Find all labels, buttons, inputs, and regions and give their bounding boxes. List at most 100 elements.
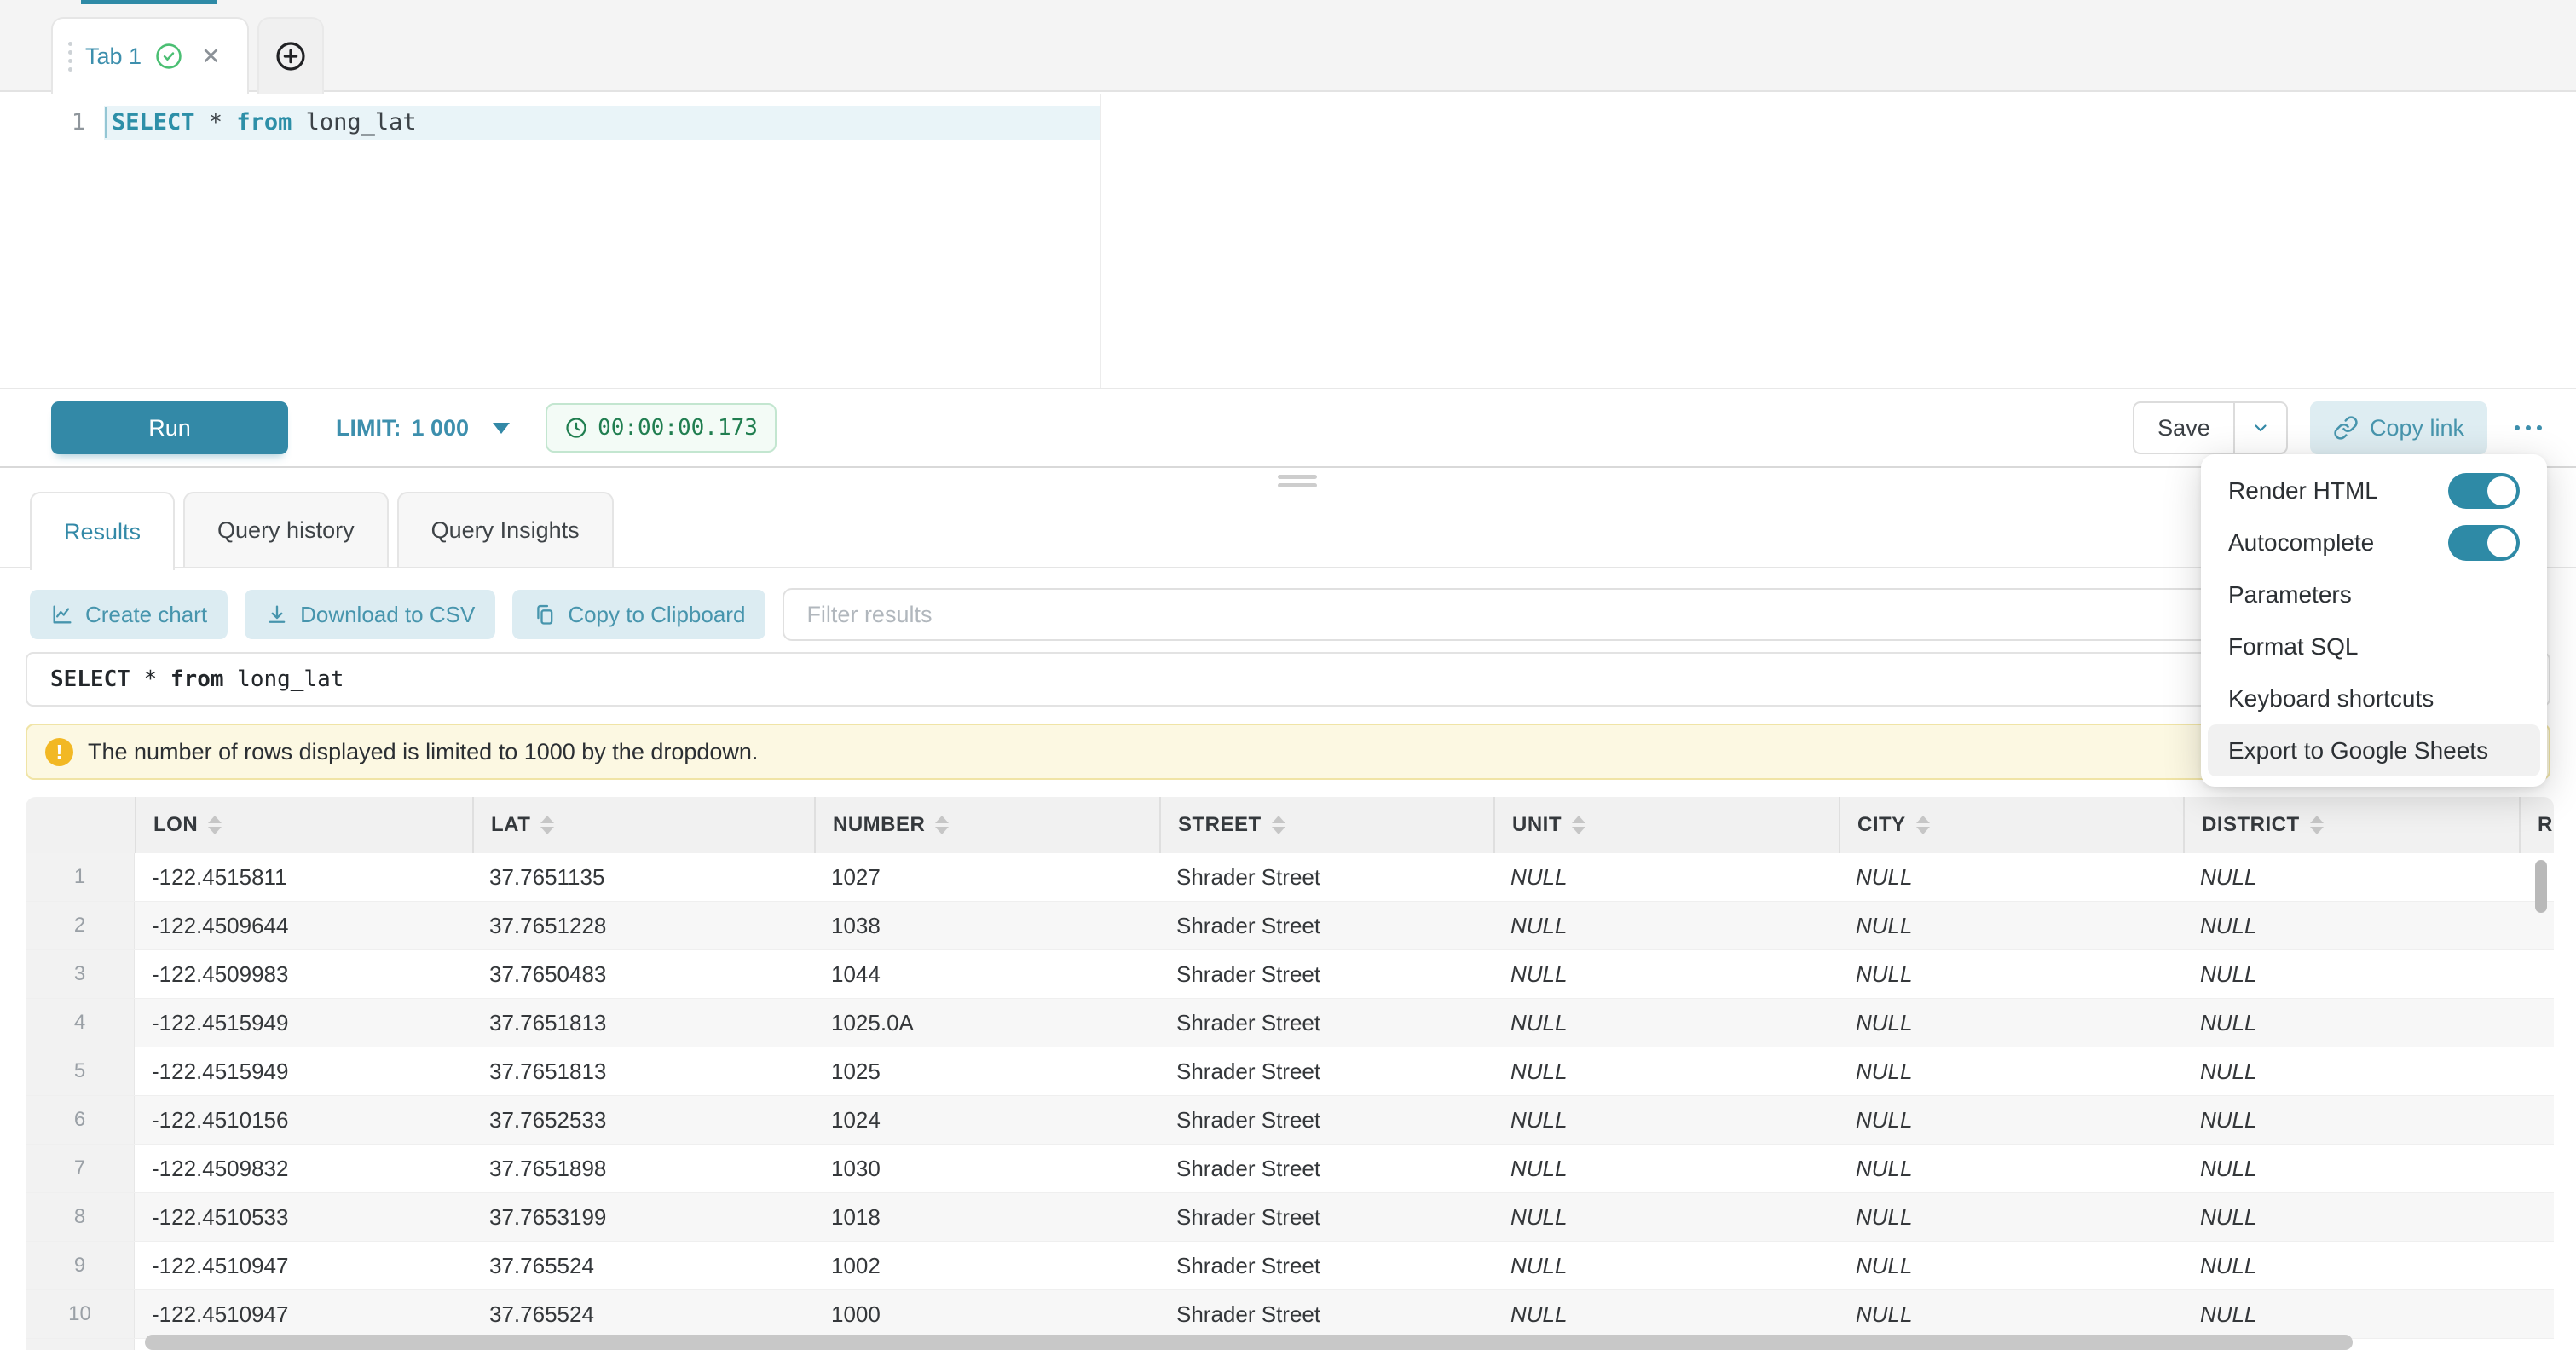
table-cell: NULL [1839,1193,2183,1241]
menu-item-render-html[interactable]: Render HTML [2208,464,2540,516]
resize-handle[interactable] [1278,475,1317,488]
menu-item-label: Format SQL [2228,633,2358,661]
table-body: 1-122.451581137.76511351027Shrader Stree… [26,853,2554,1350]
column-header-street[interactable]: STREET [1159,797,1493,853]
column-header-re[interactable]: RE [2519,797,2554,853]
column-header-label: LAT [491,813,530,837]
banner-text: The number of rows displayed is limited … [88,739,758,765]
table-cell: 37.7651228 [472,902,814,949]
add-tab-button[interactable] [257,17,324,94]
editor-action-bar: Run LIMIT: 1 000 00:00:00.173 Save [0,388,2576,466]
menu-item-format-sql[interactable]: Format SQL [2208,620,2540,672]
create-chart-label: Create chart [85,602,207,628]
toggle-autocomplete[interactable] [2448,525,2520,561]
table-cell: Shrader Street [1159,1242,1493,1289]
table-cell [2519,1145,2554,1192]
table-cell: NULL [2183,1096,2519,1144]
copy-link-button[interactable]: Copy link [2310,401,2487,454]
save-button[interactable]: Save [2134,403,2233,453]
row-number: 8 [26,1193,135,1241]
copy-clipboard-button[interactable]: Copy to Clipboard [512,590,765,639]
table-cell: NULL [1839,1047,2183,1095]
table-cell: NULL [2183,1290,2519,1338]
column-header-city[interactable]: CITY [1839,797,2183,853]
table-row[interactable]: 9-122.451094737.7655241002Shrader Street… [26,1242,2554,1290]
table-cell: NULL [1839,1145,2183,1192]
sql-keyword: SELECT [50,666,130,692]
table-cell: 37.7651898 [472,1145,814,1192]
sort-carets-icon [2310,816,2324,834]
menu-item-label: Export to Google Sheets [2228,737,2488,764]
table-cell: Shrader Street [1159,1096,1493,1144]
column-header-lon[interactable]: LON [135,797,472,853]
table-cell: 37.765524 [472,1242,814,1289]
editor-caret [105,107,107,138]
panel-divider [0,466,2576,468]
table-cell: NULL [2183,950,2519,998]
table-cell: 1018 [814,1193,1159,1241]
table-row[interactable]: 10-122.451094737.7655241000Shrader Stree… [26,1290,2554,1339]
menu-item-autocomplete[interactable]: Autocomplete [2208,516,2540,568]
tab-query-insights[interactable]: Query Insights [397,492,614,567]
tab-query-history[interactable]: Query history [183,492,389,567]
table-row[interactable]: 1-122.451581137.76511351027Shrader Stree… [26,853,2554,902]
save-options-button[interactable] [2235,403,2286,453]
table-row[interactable]: 5-122.451594937.76518131025Shrader Stree… [26,1047,2554,1096]
sort-carets-icon [540,816,554,834]
menu-item-label: Autocomplete [2228,529,2374,557]
column-header-lat[interactable]: LAT [472,797,814,853]
table-cell: NULL [1493,1047,1839,1095]
warning-icon: ! [45,738,73,766]
row-number: 5 [26,1047,135,1095]
table-row[interactable]: 2-122.450964437.76512281038Shrader Stree… [26,902,2554,950]
tab-drag-handle-icon[interactable] [68,42,72,72]
table-cell: NULL [1839,902,2183,949]
table-cell: 37.7652533 [472,1096,814,1144]
sql-keyword: from [236,109,292,136]
menu-item-parameters[interactable]: Parameters [2208,568,2540,620]
create-chart-button[interactable]: Create chart [30,590,228,639]
limit-dropdown[interactable]: LIMIT: 1 000 [336,415,510,441]
table-row[interactable]: 4-122.451594937.76518131025.0AShrader St… [26,999,2554,1047]
editor-tab-1[interactable]: Tab 1 ✕ [51,17,249,94]
clipboard-icon [533,603,557,626]
table-cell: NULL [2183,999,2519,1047]
table-cell: 1024 [814,1096,1159,1144]
active-tab-accent-bar [81,0,217,4]
vertical-scrollbar[interactable] [2535,860,2547,913]
table-cell: NULL [1839,1096,2183,1144]
table-cell: Shrader Street [1159,1145,1493,1192]
chevron-down-icon [493,423,510,434]
line-number: 1 [0,106,85,140]
column-header-unit[interactable]: UNIT [1493,797,1839,853]
run-button[interactable]: Run [51,401,288,454]
toggle-render-html[interactable] [2448,473,2520,509]
table-cell [2519,1290,2554,1338]
table-row[interactable]: 6-122.451015637.76525331024Shrader Stree… [26,1096,2554,1145]
table-header: LON LAT NUMBERSTREETUNITCITYDISTRICTRE [26,797,2554,853]
menu-item-export-to-google-sheets[interactable]: Export to Google Sheets [2208,724,2540,776]
sort-carets-icon [1572,816,1585,834]
download-csv-button[interactable]: Download to CSV [245,590,495,639]
horizontal-scrollbar[interactable] [145,1335,2353,1350]
clock-icon [564,416,588,440]
table-cell: Shrader Street [1159,902,1493,949]
table-row[interactable]: 8-122.451053337.76531991018Shrader Stree… [26,1193,2554,1242]
sort-carets-icon [1916,816,1930,834]
table-row[interactable]: 3-122.450998337.76504831044Shrader Stree… [26,950,2554,999]
table-row[interactable]: 7-122.450983237.76518981030Shrader Stree… [26,1145,2554,1193]
column-header-district[interactable]: DISTRICT [2183,797,2519,853]
sql-editor[interactable]: 1 SELECT * from long_lat [0,94,2576,388]
save-split-button: Save [2133,401,2288,454]
table-cell: -122.4515949 [135,1047,472,1095]
row-number: 1 [26,853,135,901]
table-cell: NULL [1493,999,1839,1047]
column-header-number[interactable]: NUMBER [814,797,1159,853]
close-tab-icon[interactable]: ✕ [201,43,221,70]
tab-results[interactable]: Results [30,492,175,570]
table-cell: Shrader Street [1159,1290,1493,1338]
menu-item-keyboard-shortcuts[interactable]: Keyboard shortcuts [2208,672,2540,724]
more-options-button[interactable] [2510,417,2547,439]
sort-carets-icon [935,816,949,834]
menu-item-label: Parameters [2228,581,2352,609]
